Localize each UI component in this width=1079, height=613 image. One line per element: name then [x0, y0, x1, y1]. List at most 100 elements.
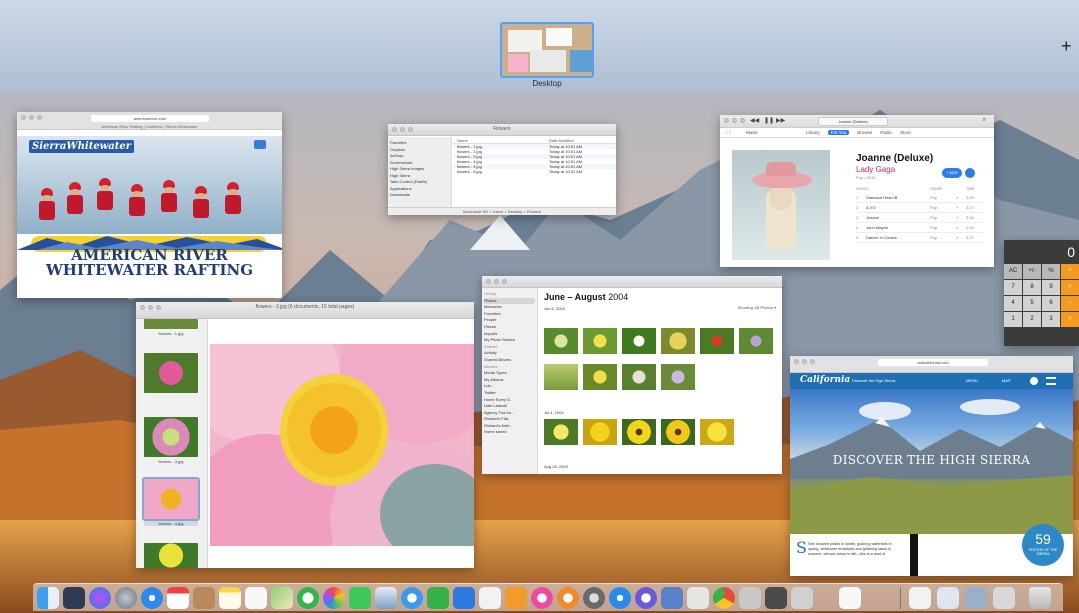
track-row[interactable]: 1 Diamond Heart ⊞ Pop +3:25 [856, 193, 984, 203]
document-icon[interactable] [839, 587, 861, 609]
map-button[interactable]: MAP [1002, 378, 1011, 383]
photo-thumbnail[interactable] [661, 328, 695, 354]
media-source-menu[interactable]: Music [746, 130, 758, 135]
time-machine-icon[interactable] [635, 587, 657, 609]
desktop-space-thumbnail[interactable] [500, 22, 594, 78]
chrome-icon[interactable] [713, 587, 735, 609]
mission-control-icon[interactable] [63, 587, 85, 609]
sidebar-item-people[interactable]: People [484, 317, 535, 324]
photo-thumbnail[interactable] [700, 419, 734, 445]
hamburger-menu-icon[interactable] [1046, 377, 1056, 385]
calc-key-1[interactable]: 1 [1004, 312, 1022, 327]
tab-store[interactable]: Store [900, 130, 911, 135]
automator-icon[interactable] [739, 587, 761, 609]
menu-button[interactable]: MENU [966, 378, 978, 383]
calc-key-3[interactable]: 3 [1042, 312, 1060, 327]
facetime-icon[interactable] [349, 587, 371, 609]
app-store-icon[interactable] [609, 587, 631, 609]
ibooks-icon[interactable] [557, 587, 579, 609]
numbers-icon[interactable] [427, 587, 449, 609]
contacts-icon[interactable] [193, 587, 215, 609]
trash-icon[interactable] [1029, 587, 1051, 609]
calc-key-6[interactable]: 6 [1042, 296, 1060, 311]
safari-window-rafting[interactable]: americanriver.com American River Rafting… [17, 112, 282, 298]
notes-icon[interactable] [219, 587, 241, 609]
maps-icon[interactable] [271, 587, 293, 609]
calculator-icon[interactable] [765, 587, 787, 609]
migration-assistant-icon[interactable] [687, 587, 709, 609]
calc-key-2[interactable]: 2 [1023, 312, 1041, 327]
add-track-icon[interactable]: + [956, 213, 966, 222]
calc-key-subtract[interactable]: − [1061, 296, 1079, 311]
photo-thumbnail[interactable] [622, 328, 656, 354]
photo-thumbnail[interactable] [661, 364, 695, 390]
finder-sidebar-item[interactable]: Downloads [390, 192, 449, 199]
documents-stack-icon[interactable] [909, 587, 931, 609]
track-row[interactable]: 4 John Wayne Pop +2:54 [856, 223, 984, 233]
sidebar-album[interactable]: Home Every D... [484, 397, 535, 404]
photos-window[interactable]: Library Photos Memories Favorites People… [482, 276, 782, 474]
track-row[interactable]: 2 A-YO Pop +3:27 [856, 203, 984, 213]
messages-icon[interactable] [297, 587, 319, 609]
preview-icon[interactable] [375, 587, 397, 609]
calc-key-5[interactable]: 5 [1023, 296, 1041, 311]
twitterrific-icon[interactable] [401, 587, 423, 609]
thumbnail-selected[interactable] [142, 477, 200, 521]
track-row[interactable]: 3 Joanne Pop +3:16 [856, 213, 984, 223]
back-icon[interactable]: ‹ › [726, 130, 731, 136]
sierra-whitewater-logo[interactable]: SierraWhitewater [29, 140, 135, 153]
calculator-window[interactable]: 0 AC +/- % ÷ 7 8 9 × 4 5 6 − 1 2 3 + [1004, 240, 1079, 346]
photo-thumbnail[interactable] [622, 419, 656, 445]
pause-icon[interactable]: ❚❚ [764, 117, 774, 124]
sidebar-item-memories[interactable]: Memories [484, 304, 535, 311]
tab-browse[interactable]: Browse [857, 130, 872, 135]
system-preferences-icon[interactable] [583, 587, 605, 609]
script-editor-icon[interactable] [791, 587, 813, 609]
calc-key-sign[interactable]: +/- [1023, 264, 1041, 279]
window-controls[interactable] [724, 118, 745, 123]
calc-key-8[interactable]: 8 [1023, 280, 1041, 295]
sidebar-album[interactable]: Dale Ladecki [484, 403, 535, 410]
showing-filter-menu[interactable]: Showing: All Photos ▾ [738, 305, 776, 310]
search-icon[interactable] [1030, 377, 1038, 385]
add-track-icon[interactable]: + [956, 223, 966, 232]
sidebar-item-imports[interactable]: Imports [484, 331, 535, 338]
column-name[interactable]: Name [457, 137, 549, 143]
itunes-icon[interactable] [531, 587, 553, 609]
tab-radio[interactable]: Radio [880, 130, 892, 135]
calc-key-9[interactable]: 9 [1042, 280, 1060, 295]
photo-thumbnail[interactable] [583, 419, 617, 445]
photo-count-badge[interactable]: 59 PHOTOS OF THE SIERRA [1022, 524, 1064, 566]
site-menu-button[interactable] [254, 140, 266, 149]
sidebar-album[interactable]: Agency Tick bo... [484, 410, 535, 417]
window-controls[interactable] [486, 279, 507, 284]
calc-key-divide[interactable]: ÷ [1061, 264, 1079, 279]
add-track-icon[interactable]: + [956, 193, 966, 202]
photo-thumbnail[interactable] [700, 328, 734, 354]
calc-key-7[interactable]: 7 [1004, 280, 1022, 295]
safari-window-california[interactable]: visitcalifornia.com California Discover … [790, 356, 1073, 576]
photo-thumbnail[interactable] [583, 328, 617, 354]
photo-thumbnail[interactable] [544, 328, 578, 354]
calc-key-clear[interactable]: AC [1004, 264, 1022, 279]
thumbnail[interactable] [144, 319, 198, 329]
share-bar[interactable] [910, 534, 918, 576]
pages-icon[interactable] [505, 587, 527, 609]
sidebar-album[interactable]: Rickard's Fills [484, 416, 535, 423]
add-space-button[interactable]: + [1061, 37, 1072, 55]
sidebar-item-places[interactable]: Places [484, 324, 535, 331]
file-row[interactable]: flowers - 6.jpg Today at 10:51 AM [453, 169, 616, 174]
finder-icon[interactable] [37, 587, 59, 609]
thumbnail[interactable] [144, 543, 198, 568]
nav-discover-link[interactable]: Discover the High Sierra [852, 378, 895, 383]
downloads-stack-icon[interactable] [937, 587, 959, 609]
rewind-icon[interactable]: ◀◀ [750, 117, 759, 124]
tab-library[interactable]: Library [806, 130, 820, 135]
photos-icon[interactable] [323, 587, 345, 609]
add-track-icon[interactable]: + [956, 203, 966, 212]
safari-address-bar[interactable]: visitcalifornia.com [878, 359, 988, 366]
add-track-icon[interactable]: + [956, 233, 966, 242]
reminders-icon[interactable] [245, 587, 267, 609]
siri-icon[interactable] [89, 587, 111, 609]
image-capture-icon[interactable] [661, 587, 683, 609]
